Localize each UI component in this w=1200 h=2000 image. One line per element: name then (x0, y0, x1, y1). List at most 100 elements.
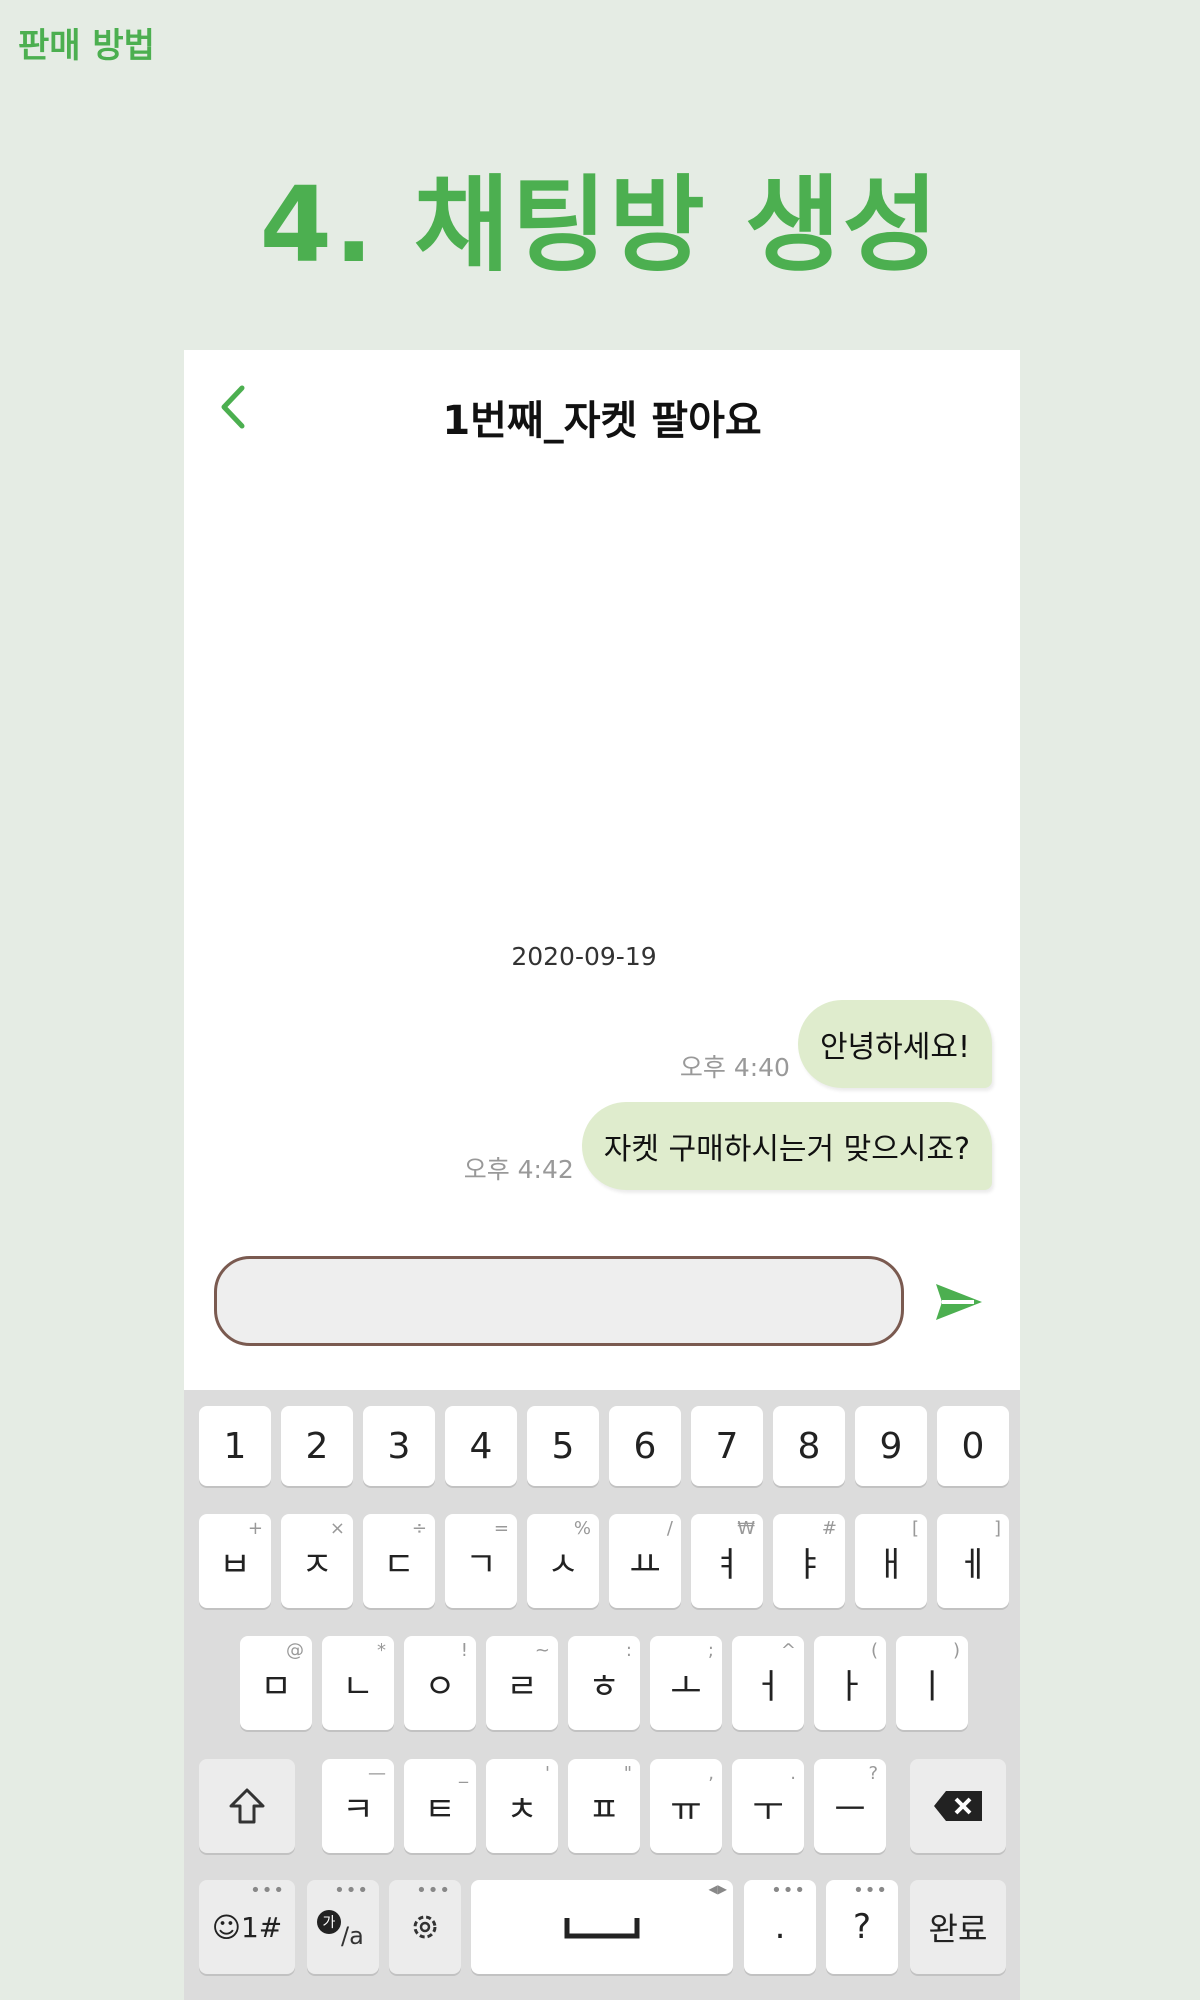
key-label: ㅛ (629, 1544, 661, 1585)
keyboard-key[interactable]: ㅣ) (896, 1636, 968, 1730)
keyboard-key[interactable]: 2 (281, 1406, 353, 1486)
key-label: ㄷ (383, 1544, 415, 1585)
key-label: 6 (633, 1425, 657, 1467)
key-secondary-label: ? (868, 1763, 878, 1784)
more-dots-icon: ••• (771, 1880, 806, 1901)
key-secondary-label: ( (870, 1640, 878, 1661)
keyboard-key[interactable]: 9 (855, 1406, 927, 1486)
message-bubble[interactable]: 안녕하세요! (797, 1000, 992, 1088)
keyboard-key[interactable]: 8 (773, 1406, 845, 1486)
emoji-symbol-label: ☺1# (211, 1910, 283, 1944)
key-label: 1 (223, 1425, 247, 1467)
key-secondary-label: ^ (780, 1640, 796, 1661)
keyboard-key[interactable]: 6 (609, 1406, 681, 1486)
compose-bar (184, 1256, 1020, 1396)
message-bubble[interactable]: 자켓 구매하시는거 맞으시죠? (581, 1102, 992, 1190)
keyboard-key[interactable]: 1 (199, 1406, 271, 1486)
period-label: . (774, 1907, 786, 1947)
key-label: ㅡ (834, 1789, 866, 1830)
keyboard-key[interactable]: ㅡ? (814, 1759, 886, 1853)
key-secondary-label: , (708, 1763, 714, 1784)
keyboard-key[interactable]: 4 (445, 1406, 517, 1486)
more-dots-icon: ••• (853, 1880, 888, 1901)
key-label: ㅣ (916, 1666, 948, 1707)
key-label: ㄹ (506, 1666, 538, 1707)
shift-icon (229, 1788, 265, 1824)
chat-date: 2020-09-19 (511, 942, 657, 971)
key-secondary-label: : (625, 1640, 632, 1661)
key-secondary-label: % (573, 1518, 591, 1539)
question-key[interactable]: ••• ? (826, 1880, 898, 1974)
key-secondary-label: + (247, 1518, 263, 1539)
key-label: 7 (715, 1425, 739, 1467)
keyboard-key[interactable]: ㅔ] (937, 1514, 1009, 1608)
key-label: ㅋ (342, 1789, 374, 1830)
keyboard-key[interactable]: 5 (527, 1406, 599, 1486)
keyboard-key[interactable]: ㅑ # (773, 1514, 845, 1608)
key-secondary-label: . (790, 1763, 796, 1784)
period-key[interactable]: ••• . (744, 1880, 816, 1974)
keyboard-key[interactable]: ㅊ ' (486, 1759, 558, 1853)
keyboard-key[interactable]: ㅈ × (281, 1514, 353, 1608)
key-label: ㅐ (875, 1544, 907, 1585)
key-label: ㅍ (588, 1789, 620, 1830)
keyboard-key[interactable]: ㅠ, (650, 1759, 722, 1853)
keyboard-key[interactable]: ㅕ ₩ (691, 1514, 763, 1608)
keyboard-key[interactable]: ㅏ( (814, 1636, 886, 1730)
keyboard-key[interactable]: ㅎ: (568, 1636, 640, 1730)
key-label: ㅅ (547, 1544, 579, 1585)
keyboard-key[interactable]: ㄹ ~ (486, 1636, 558, 1730)
gear-icon (413, 1915, 437, 1939)
section-label: 판매 방법 (18, 26, 155, 66)
key-label: ㅔ (957, 1544, 989, 1585)
key-secondary-label: * (377, 1640, 386, 1661)
key-label: ㅎ (588, 1666, 620, 1707)
keyboard-key[interactable]: 3 (363, 1406, 435, 1486)
keyboard-key[interactable]: 7 (691, 1406, 763, 1486)
keyboard-key[interactable]: ㄱ = (445, 1514, 517, 1608)
send-icon[interactable] (934, 1280, 984, 1324)
key-secondary-label: ' (545, 1763, 550, 1784)
key-secondary-label: ₩ (737, 1518, 755, 1539)
keyboard-key[interactable]: ㅌ _ (404, 1759, 476, 1853)
key-label: ㅏ (834, 1666, 866, 1707)
done-key[interactable]: 완료 (910, 1880, 1006, 1974)
emoji-symbol-key[interactable]: ••• ☺1# (199, 1880, 295, 1974)
keyboard-key[interactable]: ㅛ / (609, 1514, 681, 1608)
keyboard-key[interactable]: ㅅ% (527, 1514, 599, 1608)
key-secondary-label: ÷ (411, 1518, 427, 1539)
backspace-key[interactable] (910, 1759, 1006, 1853)
keyboard-key[interactable]: ㅇ! (404, 1636, 476, 1730)
keyboard-key[interactable]: ㅁ @ (240, 1636, 312, 1730)
more-dots-icon: ••• (416, 1880, 451, 1901)
keyboard-key[interactable]: ㅐ[ (855, 1514, 927, 1608)
language-key[interactable]: ••• 가 /a (307, 1880, 379, 1974)
key-label: ㄴ (342, 1666, 374, 1707)
key-label: ㅇ (424, 1666, 456, 1707)
settings-key[interactable]: ••• (389, 1880, 461, 1974)
keyboard-key[interactable]: ㅋ — (322, 1759, 394, 1853)
shift-key[interactable] (199, 1759, 295, 1853)
keyboard-key[interactable]: ㅗ; (650, 1636, 722, 1730)
keyboard-key[interactable]: ㅓ ^ (732, 1636, 804, 1730)
keyboard-key[interactable]: ㅂ + (199, 1514, 271, 1608)
key-label: ㅕ (711, 1544, 743, 1585)
keyboard-key[interactable]: 0 (937, 1406, 1009, 1486)
keyboard-key[interactable]: ㅜ. (732, 1759, 804, 1853)
keyboard-key[interactable]: ㅍ " (568, 1759, 640, 1853)
hangul-badge: 가 (317, 1910, 341, 1934)
key-secondary-label: ! (460, 1640, 468, 1661)
message-time: 오후 4:40 (679, 1053, 790, 1082)
question-label: ? (852, 1907, 872, 1947)
key-secondary-label: ~ (534, 1640, 550, 1661)
key-label: ㅜ (752, 1789, 784, 1830)
keyboard-key[interactable]: ㄴ * (322, 1636, 394, 1730)
keyboard-key[interactable]: ㄷ ÷ (363, 1514, 435, 1608)
done-label: 완료 (928, 1910, 988, 1948)
space-key[interactable]: ◀▶ (471, 1880, 733, 1974)
cursor-arrows-icon: ◀▶ (708, 1882, 727, 1896)
keyboard: ••• ☺1# ••• 가 /a ••• ◀▶ ••• . ••• ? 완료 1… (184, 1390, 1020, 2000)
key-label: ㅁ (260, 1666, 292, 1707)
message-input[interactable] (214, 1256, 904, 1346)
key-secondary-label: ) (952, 1640, 960, 1661)
